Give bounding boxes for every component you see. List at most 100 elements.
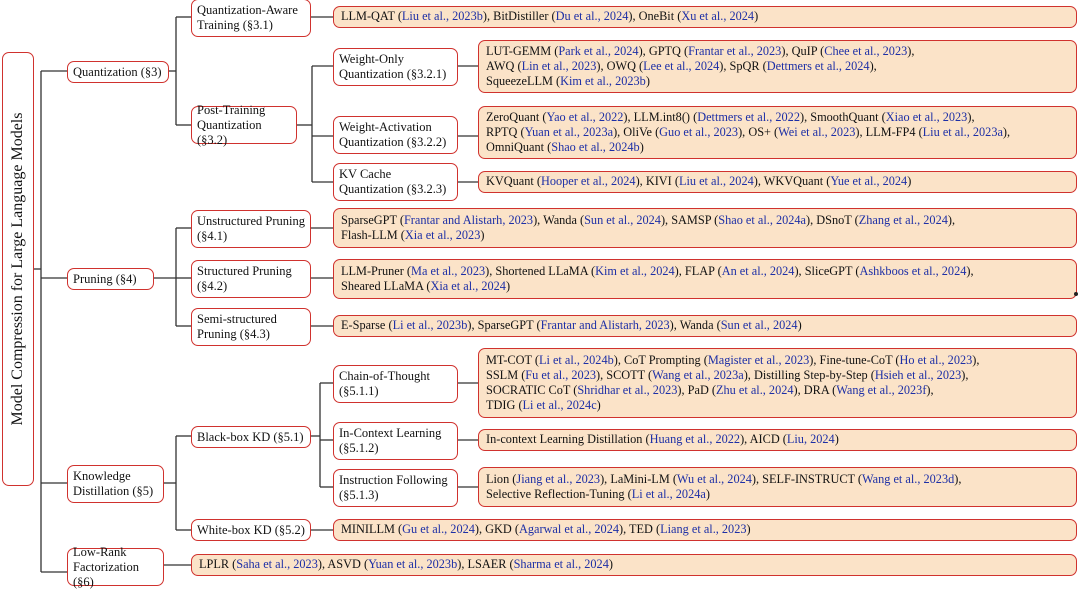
method-text: )	[754, 9, 759, 24]
method-text: ), OliVe (	[613, 124, 660, 139]
citation-link[interactable]: Du et al., 2024	[556, 9, 629, 23]
method-text: ),	[907, 43, 915, 58]
method-text: ),	[972, 352, 980, 367]
method-text: ), DRA (	[793, 383, 837, 397]
method-text: In-context Learning Distillation (	[486, 432, 650, 447]
citation-link[interactable]: Hooper et al., 2024	[541, 174, 636, 188]
leaf-text: MT-COT (Li et al., 2024b), CoT Prompting…	[486, 353, 979, 414]
method-text: MT-COT (	[486, 352, 539, 367]
citation-link[interactable]: Huang et al., 2022	[650, 432, 741, 446]
citation-link[interactable]: Wu et al., 2024	[677, 472, 752, 486]
citation-link[interactable]: Liu et al., 2023a	[923, 125, 1003, 139]
citation-link[interactable]: Li et al., 2023b	[393, 318, 468, 332]
citation-link[interactable]: Jiang et al., 2023	[516, 472, 600, 486]
leaf-text: LLM-Pruner (Ma et al., 2023), Shortened …	[341, 264, 974, 294]
leaf-white-box-kd-methods: MINILLM (Gu et al., 2024), GKD (Agarwal …	[333, 519, 1077, 541]
category-quantization: Quantization (§3)	[67, 61, 169, 83]
leaf-weight-activation-methods: ZeroQuant (Yao et al., 2022), LLM.int8()…	[478, 106, 1077, 159]
citation-link[interactable]: Liang et al., 2023	[660, 522, 746, 536]
subcategory-semi-structured-pruning: Semi-structured Pruning (§4.3)	[191, 308, 311, 346]
method-text: ), ASVD (	[317, 557, 369, 572]
citation-link[interactable]: Saha et al., 2023	[236, 557, 318, 571]
leaf-semi-structured-methods: E-Sparse (Li et al., 2023b), SparseGPT (…	[333, 315, 1077, 337]
method-text: ), DSnoT (	[806, 212, 859, 227]
citation-link[interactable]: Chee et al., 2023	[824, 44, 907, 58]
method-text: Flash-LLM (	[341, 228, 405, 242]
category-label: Pruning (§4)	[73, 271, 137, 286]
citation-link[interactable]: Ma et al., 2023	[411, 264, 485, 278]
citation-link[interactable]: Shao et al., 2024a	[718, 213, 806, 227]
citation-link[interactable]: Hsieh et al., 2023	[875, 368, 961, 382]
method-text: ), LaMini-LM (	[600, 471, 677, 486]
method-text: )	[639, 140, 644, 155]
citation-link[interactable]: Xia et al., 2023	[405, 228, 480, 242]
citation-link[interactable]: Magister et al., 2023	[708, 353, 809, 367]
method-text: )	[797, 318, 802, 333]
citation-link[interactable]: Xiao et al., 2023	[886, 110, 968, 124]
citation-link[interactable]: Li et al., 2024b	[539, 353, 614, 367]
citation-link[interactable]: Liu et al., 2024	[679, 174, 754, 188]
category-pruning: Pruning (§4)	[67, 268, 154, 290]
citation-link[interactable]: Yao et al., 2022	[546, 110, 623, 124]
method-text: ),	[869, 58, 877, 73]
method-text: ), AICD (	[740, 432, 787, 447]
citation-link[interactable]: Agarwal et al., 2024	[519, 522, 619, 536]
citation-link[interactable]: Sun et al., 2024	[721, 318, 798, 332]
citation-link[interactable]: Guo et al., 2023	[659, 125, 738, 139]
subcategory-in-context-learning: In-Context Learning (§5.1.2)	[333, 422, 458, 460]
citation-link[interactable]: Wang et al., 2023d	[862, 472, 954, 486]
citation-link[interactable]: Dettmers et al., 2022	[697, 110, 800, 124]
method-text: ),	[966, 263, 974, 278]
citation-link[interactable]: Wang et al., 2023a	[652, 368, 744, 382]
citation-link[interactable]: Gu et al., 2024	[402, 522, 475, 536]
citation-link[interactable]: Sun et al., 2024	[584, 213, 661, 227]
citation-link[interactable]: Frantar and Alistarh, 2023	[404, 213, 533, 227]
citation-link[interactable]: Xu et al., 2024	[681, 9, 754, 23]
method-text: ),	[961, 367, 969, 382]
method-text: ), Wanda (	[669, 318, 721, 333]
citation-link[interactable]: Frantar et al., 2023	[688, 44, 781, 58]
citation-link[interactable]: Fu et al., 2023	[525, 368, 596, 382]
citation-link[interactable]: Liu, 2024	[787, 432, 835, 446]
citation-link[interactable]: Frantar and Alistarh, 2023	[541, 318, 670, 332]
citation-link[interactable]: Sharma et al., 2024	[514, 557, 609, 571]
citation-link[interactable]: Wei et al., 2023	[778, 125, 855, 139]
citation-link[interactable]: Li et al., 2024c	[523, 398, 597, 412]
citation-link[interactable]: Ho et al., 2023	[900, 353, 973, 367]
citation-link[interactable]: An et al., 2024	[722, 264, 795, 278]
method-text: LUT-GEMM (	[486, 43, 559, 58]
method-text: ), OWQ (	[596, 58, 644, 73]
citation-link[interactable]: Zhu et al., 2024	[716, 383, 794, 397]
citation-link[interactable]: Park et al., 2024	[558, 44, 638, 58]
citation-link[interactable]: Lin et al., 2023	[522, 59, 597, 73]
citation-link[interactable]: Shao et al., 2024b	[551, 140, 639, 154]
subcategory-label: White-box KD (§5.2)	[197, 522, 305, 537]
method-text: SqueezeLLM (	[486, 74, 561, 89]
citation-link[interactable]: Lee et al., 2024	[643, 59, 719, 73]
citation-link[interactable]: Li et al., 2024a	[632, 487, 706, 501]
method-text: )	[834, 432, 839, 447]
citation-link[interactable]: Zhang et al., 2024	[859, 213, 948, 227]
citation-link[interactable]: Dettmers et al., 2024	[767, 59, 870, 73]
leaf-text: In-context Learning Distillation (Huang …	[486, 432, 839, 447]
leaf-text: LUT-GEMM (Park et al., 2024), GPTQ (Fran…	[486, 44, 914, 90]
subcategory-label: Instruction Following (§5.1.3)	[339, 473, 448, 502]
subcategory-white-box-kd: White-box KD (§5.2)	[191, 519, 311, 541]
method-text: )	[746, 522, 751, 537]
method-text: Sheared LLaMA (	[341, 279, 431, 293]
leaf-text: SparseGPT (Frantar and Alistarh, 2023), …	[341, 213, 955, 243]
leaf-structured-methods: LLM-Pruner (Ma et al., 2023), Shortened …	[333, 259, 1077, 299]
method-text: MINILLM (	[341, 522, 403, 537]
citation-link[interactable]: Ashkboos et al., 2024	[859, 264, 966, 278]
citation-link[interactable]: Shridhar et al., 2023	[577, 383, 677, 397]
citation-link[interactable]: Yue et al., 2024	[830, 174, 907, 188]
citation-link[interactable]: Yuan et al., 2023b	[368, 557, 457, 571]
citation-link[interactable]: Wang et al., 2023f	[836, 383, 926, 397]
citation-link[interactable]: Xia et al., 2024	[430, 279, 505, 293]
citation-link[interactable]: Kim et al., 2024	[595, 264, 675, 278]
method-text: )	[505, 279, 511, 293]
citation-link[interactable]: Liu et al., 2023b	[402, 9, 483, 23]
citation-link[interactable]: Kim et al., 2023b	[560, 74, 646, 88]
citation-link[interactable]: Yuan et al., 2023a	[525, 125, 613, 139]
method-text: ZeroQuant (	[486, 109, 547, 124]
